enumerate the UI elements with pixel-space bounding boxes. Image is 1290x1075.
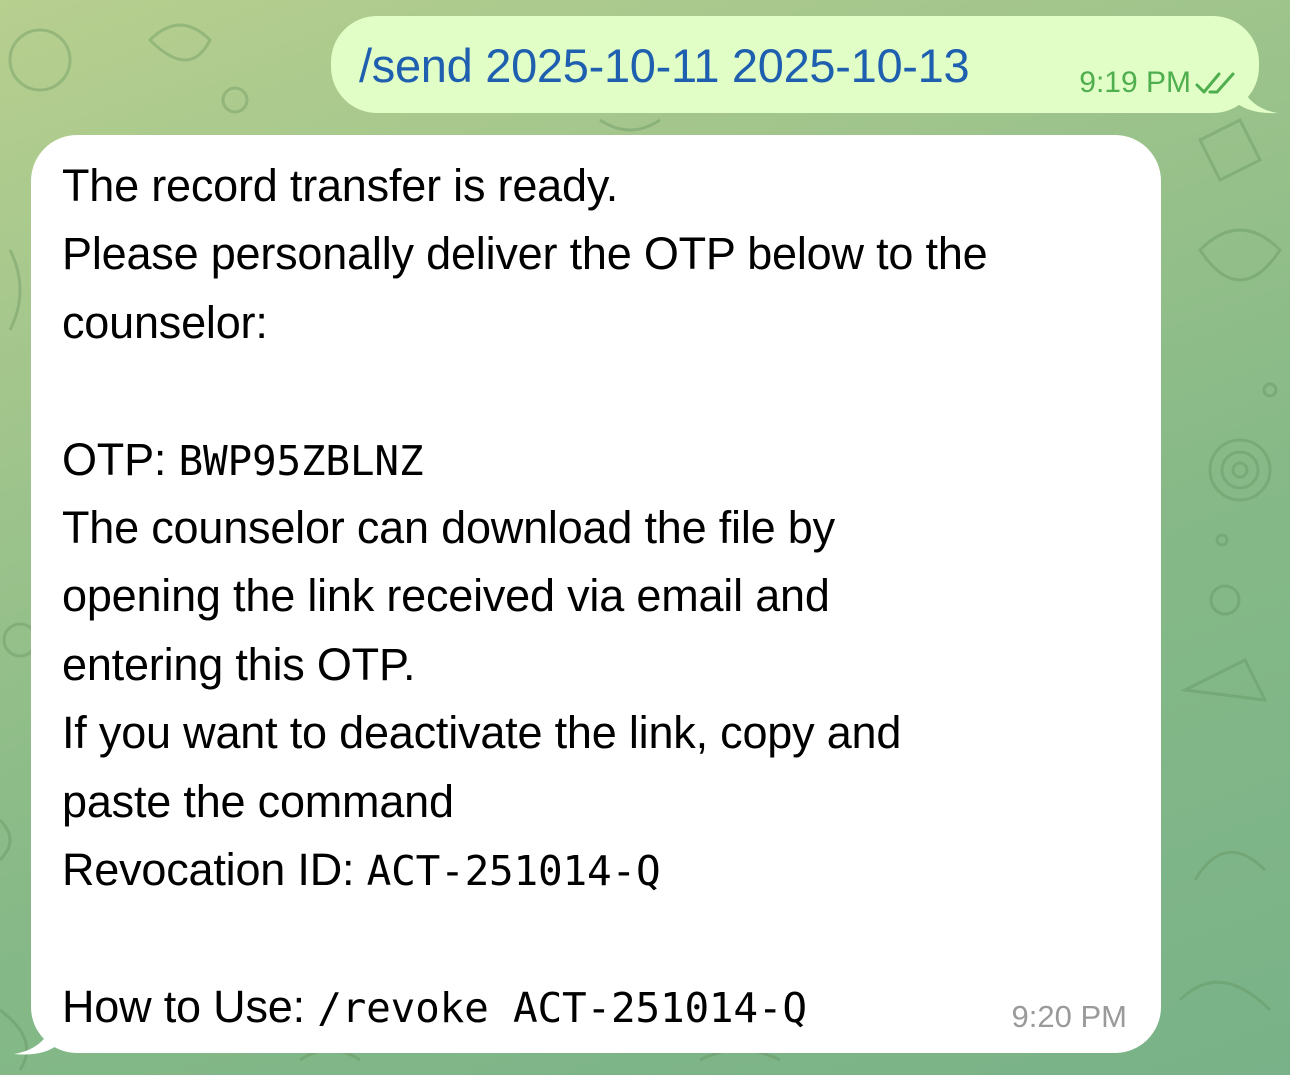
message-line: If you want to deactivate the link, copy… [62,707,902,759]
howto-label: How to Use: [62,980,318,1032]
revocation-line: Revocation ID: ACT-251014-Q [62,836,1142,904]
howto-line: How to Use: /revoke ACT-251014-Q [62,973,1142,1041]
message-line: opening the link received via email and [62,570,830,622]
message-line: counselor: [62,296,268,348]
otp-label: OTP: [62,433,179,485]
otp-code[interactable]: BWP95ZBLNZ [179,437,424,485]
incoming-message-text[interactable]: The record transfer is ready. Please per… [62,152,1142,1041]
otp-line: OTP: BWP95ZBLNZ [62,426,1142,494]
revoke-command-code[interactable]: /revoke ACT-251014-Q [317,984,807,1032]
outgoing-message-time: 9:19 PM [1079,66,1191,99]
send-command-text[interactable]: /send 2025-10-11 2025-10-13 [359,38,970,93]
double-check-icon [1195,72,1235,94]
incoming-message-time: 9:20 PM [1011,999,1127,1034]
outgoing-message-meta: 9:19 PM [1079,66,1237,100]
revocation-label: Revocation ID: [62,843,367,895]
incoming-message-bubble[interactable]: The record transfer is ready. Please per… [31,135,1161,1053]
revocation-id-code[interactable]: ACT-251014-Q [367,847,661,895]
message-line: Please personally deliver the OTP below … [62,228,988,280]
message-line: paste the command [62,775,454,827]
message-line: entering this OTP. [62,638,416,690]
message-line: The record transfer is ready. [62,160,619,211]
message-line: The counselor can download the file by [62,501,835,553]
outgoing-message-bubble[interactable]: /send 2025-10-11 2025-10-13 9:19 PM [331,16,1259,113]
